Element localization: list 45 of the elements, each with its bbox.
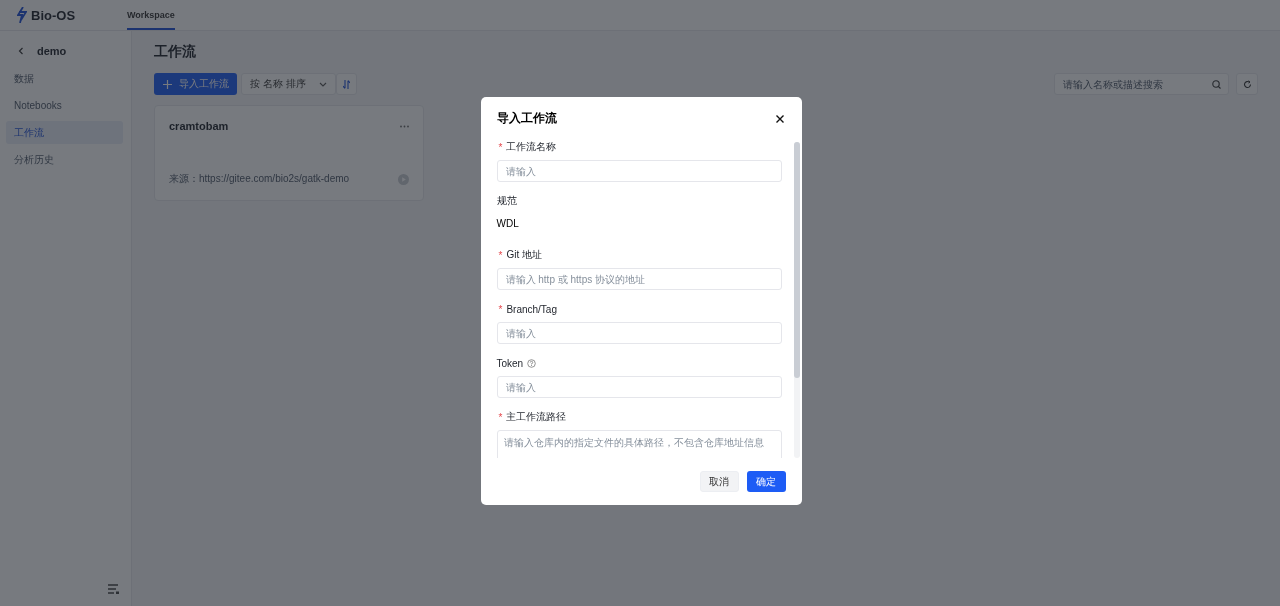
field-label: Branch/Tag — [506, 303, 557, 315]
sidebar-item[interactable]: 工作流 — [6, 121, 123, 144]
page-title: 工作流 — [154, 43, 197, 61]
import-workflow-button[interactable]: 导入工作流 — [154, 73, 237, 95]
project-title: demo — [37, 45, 67, 57]
back-icon[interactable] — [18, 47, 24, 55]
field-value: WDL — [496, 217, 520, 230]
workflow-card[interactable]: cramtobam 来源：https://gitee.com/bio2s/gatk-demo — [154, 105, 424, 201]
logo-icon — [17, 7, 27, 23]
text-area[interactable]: 请输入仓库内的指定文件的具体路径，不包含仓库地址信息 — [496, 430, 782, 458]
required-mark: * — [498, 141, 503, 153]
search-field[interactable]: 请输入名称或描述搜索 — [1054, 73, 1229, 95]
field-label: 规范 — [496, 194, 517, 208]
required-mark: * — [498, 411, 503, 423]
text-input[interactable]: 请输入 http 或 https 协议的地址 — [496, 268, 782, 290]
nav-tab[interactable]: Workspace — [127, 0, 175, 30]
workflow-source: 来源：https://gitee.com/bio2s/gatk-demo — [169, 172, 350, 186]
collapse-menu-icon[interactable] — [108, 584, 119, 594]
sort-dropdown[interactable]: 按 名称 排序 — [241, 73, 336, 95]
dialog-title: 导入工作流 — [496, 110, 557, 127]
field-label: 主工作流路径 — [506, 410, 567, 424]
sidebar-item[interactable]: 数据 — [6, 67, 123, 90]
field-label: Token — [496, 357, 524, 369]
workflow-name: cramtobam — [169, 120, 229, 132]
text-input[interactable]: 请输入 — [496, 160, 782, 182]
text-input[interactable]: 请输入 — [496, 376, 782, 398]
required-mark: * — [498, 303, 503, 315]
sidebar-item[interactable]: Notebooks — [6, 94, 123, 117]
swap-arrows-icon — [343, 79, 350, 89]
cancel-button[interactable]: 取消 — [699, 471, 739, 492]
refresh-button[interactable] — [1236, 73, 1258, 95]
scrollbar[interactable] — [793, 142, 800, 458]
plus-icon — [162, 79, 172, 89]
confirm-button[interactable]: 确定 — [746, 471, 786, 492]
search-icon — [1212, 79, 1221, 89]
field-label: Git 地址 — [506, 248, 542, 262]
field-label: 工作流名称 — [506, 140, 557, 154]
app-name: Bio-OS — [31, 7, 76, 23]
required-mark: * — [498, 249, 503, 261]
text-input[interactable]: 请输入 — [496, 322, 782, 344]
refresh-icon — [1242, 79, 1252, 89]
close-icon[interactable] — [775, 114, 784, 123]
chevron-down-icon — [319, 81, 327, 87]
sort-order-button[interactable] — [336, 73, 357, 95]
more-icon[interactable] — [400, 124, 409, 128]
